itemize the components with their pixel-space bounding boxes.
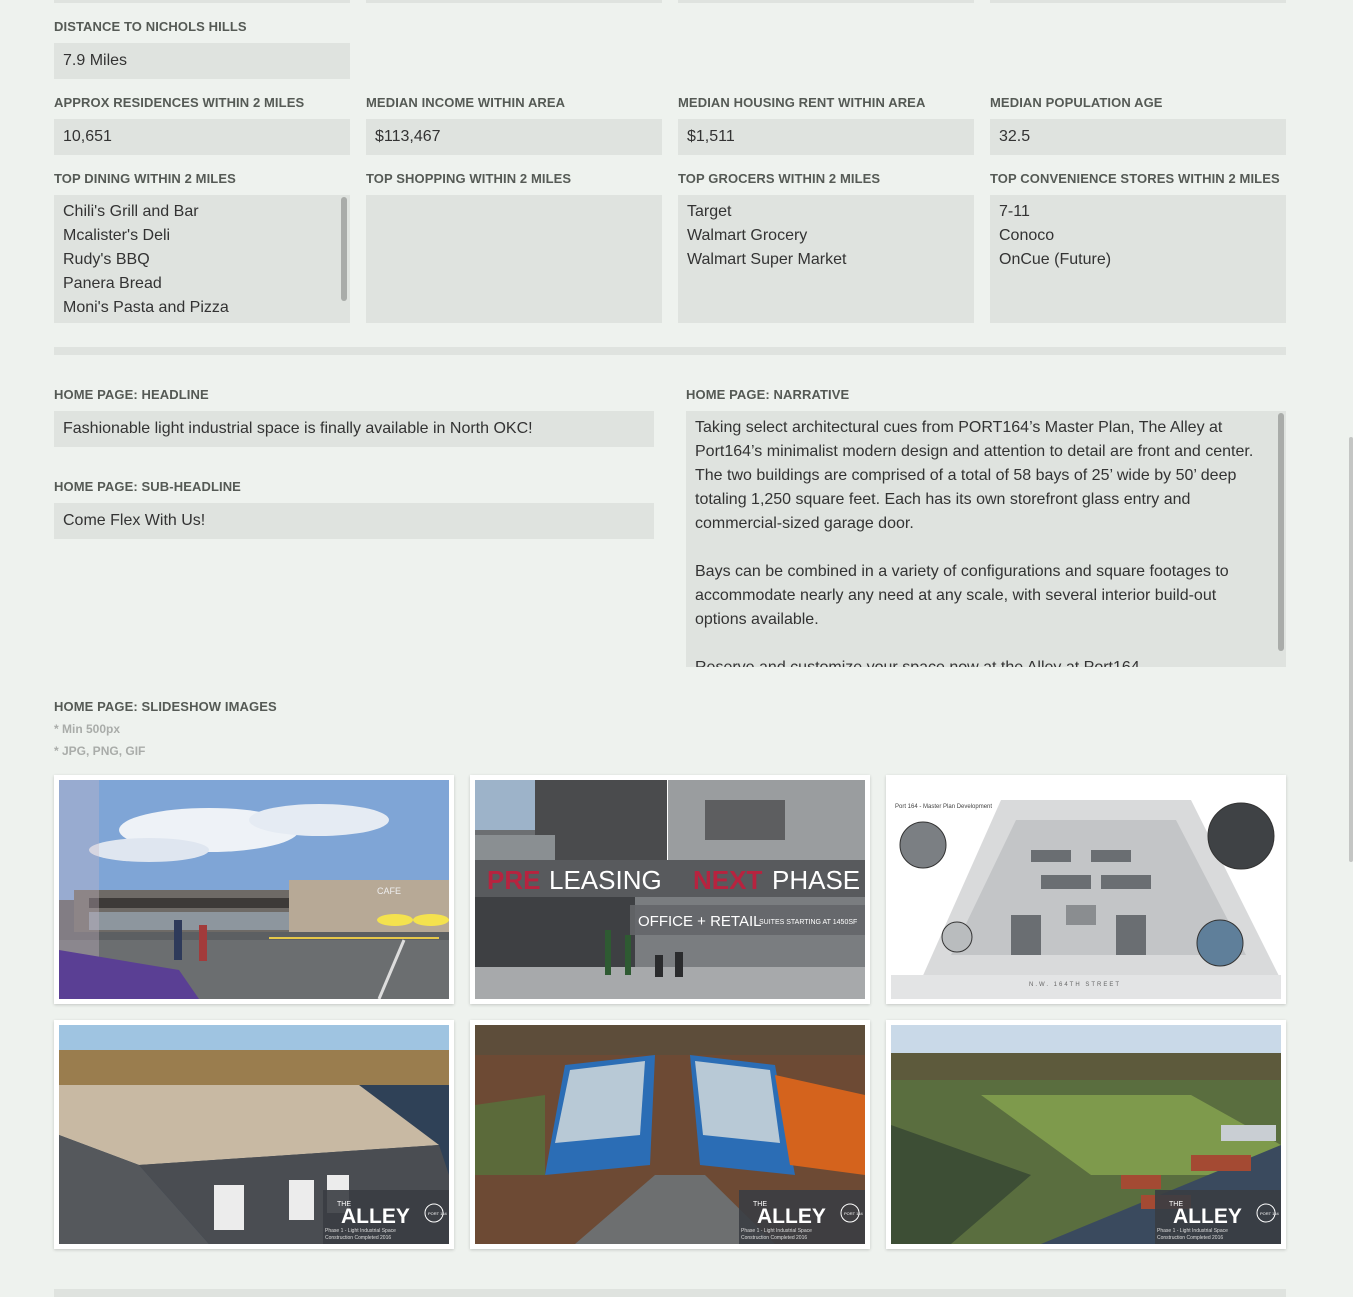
aerial-complex-image: THE ALLEY PORT 164 Phase 1 - Light Indus… <box>475 1025 865 1244</box>
slideshow-image[interactable]: Port 164 - Master Plan Development N.W. … <box>886 775 1286 1004</box>
slideshow-image[interactable]: PRE LEASING NEXT PHASE OFFICE + RETAIL S… <box>470 775 870 1004</box>
next-text: NEXT <box>693 865 762 895</box>
grocer-item: Walmart Super Market <box>687 251 847 268</box>
dining-textarea[interactable]: Chili's Grill and Bar Mcalister's Deli R… <box>54 195 350 323</box>
convenience-item: Conoco <box>999 227 1055 244</box>
residences-label: APPROX RESIDENCES WITHIN 2 MILES <box>54 95 305 110</box>
narrative-scrollbar[interactable] <box>1278 413 1284 651</box>
age-label: MEDIAN POPULATION AGE <box>990 95 1163 110</box>
alley-logo-line: Phase 1 - Light Industrial Space <box>1157 1228 1228 1234</box>
rent-label: MEDIAN HOUSING RENT WITHIN AREA <box>678 95 926 110</box>
street-rendering-image: CAFE <box>59 780 449 999</box>
alley-logo-port: PORT 164 <box>1260 1211 1280 1216</box>
alley-logo-port: PORT 164 <box>844 1211 864 1216</box>
alley-logo-line: Construction Completed 2016 <box>741 1235 807 1241</box>
section-divider <box>54 347 1286 355</box>
dining-item: Moni's Pasta and Pizza <box>63 299 229 316</box>
alley-logo: ALLEY <box>757 1205 826 1228</box>
slideshow-image[interactable]: THE ALLEY PORT 164 Phase 1 - Light Indus… <box>54 1020 454 1249</box>
field-edge <box>366 0 662 3</box>
cafe-sign: CAFE <box>377 886 401 896</box>
narrative-paragraph: Taking select architectural cues from PO… <box>695 419 1254 532</box>
subheadline-input[interactable]: Come Flex With Us! <box>54 503 654 539</box>
aerial-landscape-image: THE ALLEY PORT 164 Phase 1 - Light Indus… <box>891 1025 1281 1244</box>
headline-label: HOME PAGE: HEADLINE <box>54 387 209 402</box>
leasing-text: LEASING <box>549 865 662 895</box>
narrative-paragraph: Bays can be combined in a variety of con… <box>695 563 1229 628</box>
residences-input[interactable]: 10,651 <box>54 119 350 155</box>
dining-label: TOP DINING WITHIN 2 MILES <box>54 171 236 186</box>
field-edge <box>990 0 1286 3</box>
slideshow-image[interactable]: CAFE <box>54 775 454 1004</box>
dining-item: Rudy's BBQ <box>63 251 150 268</box>
alley-logo-line: Construction Completed 2016 <box>1157 1235 1223 1241</box>
narrative-paragraph: Reserve and customize your space now at … <box>695 656 1258 667</box>
dining-item: Panera Bread <box>63 275 162 292</box>
headline-input[interactable]: Fashionable light industrial space is fi… <box>54 411 654 447</box>
pre-text: PRE <box>487 865 540 895</box>
grocers-textarea[interactable]: Target Walmart Grocery Walmart Super Mar… <box>678 195 974 323</box>
narrative-label: HOME PAGE: NARRATIVE <box>686 387 850 402</box>
distance-label: DISTANCE TO NICHOLS HILLS <box>54 19 247 34</box>
master-plan-title: Port 164 - Master Plan Development <box>895 804 992 810</box>
field-edge <box>54 0 350 3</box>
street-label: N.W. 164TH STREET <box>1029 982 1121 988</box>
convenience-textarea[interactable]: 7-11 Conoco OnCue (Future) <box>990 195 1286 323</box>
rent-input[interactable]: $1,511 <box>678 119 974 155</box>
alley-logo-line: Phase 1 - Light Industrial Space <box>325 1228 396 1234</box>
slideshow-note: * JPG, PNG, GIF <box>54 744 146 758</box>
narrative-textarea[interactable]: Taking select architectural cues from PO… <box>686 411 1286 667</box>
income-label: MEDIAN INCOME WITHIN AREA <box>366 95 566 110</box>
age-input[interactable]: 32.5 <box>990 119 1286 155</box>
slideshow-image[interactable]: THE ALLEY PORT 164 Phase 1 - Light Indus… <box>886 1020 1286 1249</box>
suites-text: SUITES STARTING AT 1450SF <box>759 919 857 926</box>
convenience-label: TOP CONVENIENCE STORES WITHIN 2 MILES <box>990 171 1280 186</box>
field-edge <box>678 0 974 3</box>
convenience-item: OnCue (Future) <box>999 251 1112 268</box>
preleasing-collage-image: PRE LEASING NEXT PHASE OFFICE + RETAIL S… <box>475 780 865 999</box>
income-input[interactable]: $113,467 <box>366 119 662 155</box>
convenience-item: 7-11 <box>999 203 1030 220</box>
dining-scrollbar[interactable] <box>341 197 347 301</box>
section-divider <box>54 1289 1286 1297</box>
dining-item: Mcalister's Deli <box>63 227 171 244</box>
office-retail-text: OFFICE + RETAIL <box>638 913 762 930</box>
dining-item: Chili's Grill and Bar <box>63 203 199 220</box>
phase-text: PHASE <box>772 865 860 895</box>
grocer-item: Walmart Grocery <box>687 227 808 244</box>
alley-logo-line: Phase 1 - Light Industrial Space <box>741 1228 812 1234</box>
slideshow-label: HOME PAGE: SLIDESHOW IMAGES <box>54 699 277 714</box>
shopping-label: TOP SHOPPING WITHIN 2 MILES <box>366 171 572 186</box>
subheadline-label: HOME PAGE: SUB-HEADLINE <box>54 479 241 494</box>
master-plan-image: Port 164 - Master Plan Development N.W. … <box>891 780 1281 999</box>
alley-logo: ALLEY <box>341 1205 410 1228</box>
aerial-building-image: THE ALLEY PORT 164 Phase 1 - Light Indus… <box>59 1025 449 1244</box>
alley-logo-port: PORT 164 <box>428 1211 448 1216</box>
distance-input[interactable]: 7.9 Miles <box>54 43 350 79</box>
page-scrollbar[interactable] <box>1349 437 1353 862</box>
shopping-textarea[interactable] <box>366 195 662 323</box>
slideshow-image[interactable]: THE ALLEY PORT 164 Phase 1 - Light Indus… <box>470 1020 870 1249</box>
grocer-item: Target <box>687 203 732 220</box>
slideshow-note: * Min 500px <box>54 722 121 736</box>
alley-logo-line: Construction Completed 2016 <box>325 1235 391 1241</box>
alley-logo: ALLEY <box>1173 1205 1242 1228</box>
grocers-label: TOP GROCERS WITHIN 2 MILES <box>678 171 881 186</box>
